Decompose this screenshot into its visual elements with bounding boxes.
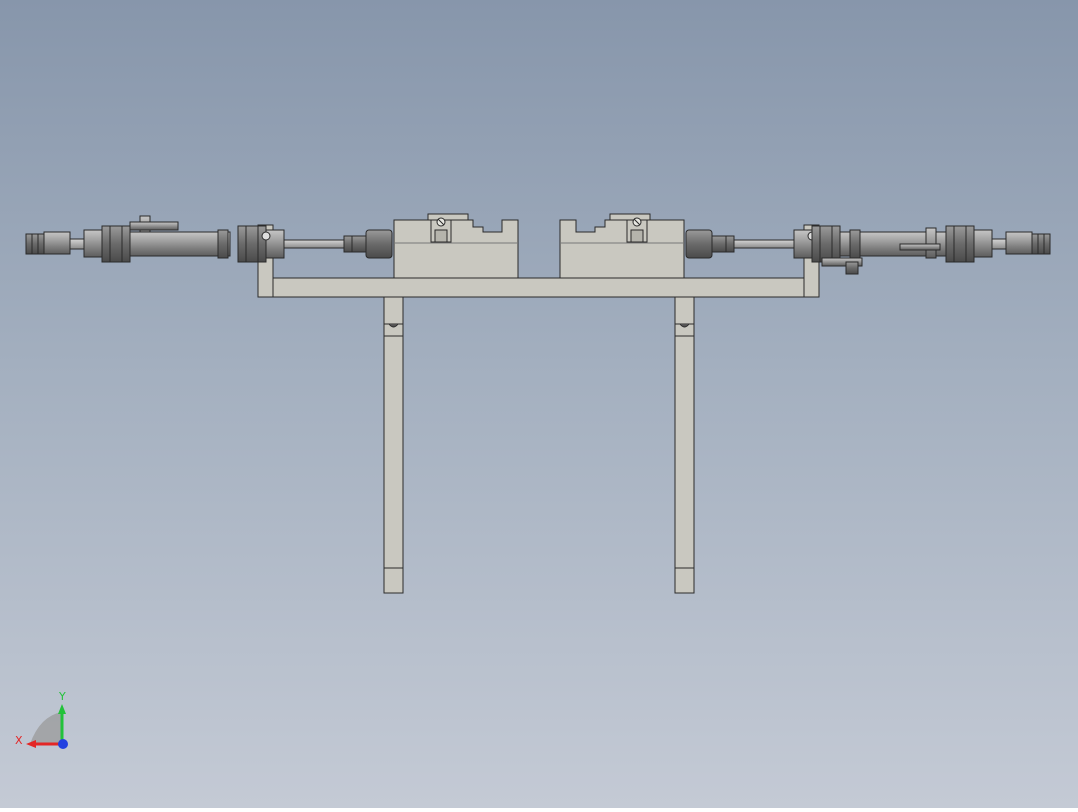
- cad-viewport[interactable]: Y X: [0, 0, 1078, 808]
- y-axis-label: Y: [58, 690, 66, 703]
- left-cylinder[interactable]: [25, 215, 393, 263]
- frame[interactable]: [257, 224, 820, 594]
- x-axis-label: X: [15, 734, 23, 747]
- left-clamp-block[interactable]: [393, 213, 519, 279]
- right-leg[interactable]: [674, 296, 695, 594]
- left-leg[interactable]: [383, 296, 404, 594]
- orientation-triad: Y X: [15, 690, 68, 749]
- base-beam[interactable]: [272, 277, 805, 298]
- right-cylinder[interactable]: [685, 225, 1051, 275]
- triad-plane-icon: [30, 712, 62, 744]
- assembly-view[interactable]: Y X: [0, 0, 1078, 808]
- right-clamp-block[interactable]: [559, 213, 685, 279]
- z-axis-dot: [58, 739, 68, 749]
